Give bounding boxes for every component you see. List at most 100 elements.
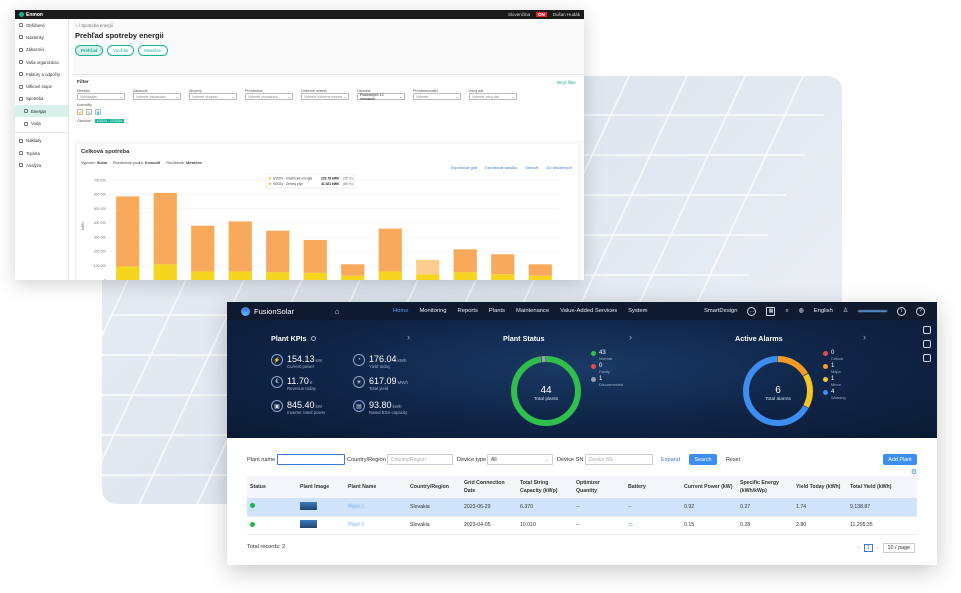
- language-globe-icon[interactable]: ◍: [799, 308, 804, 314]
- filter-select[interactable]: Vyberte odberné miesta ⌄: [301, 93, 349, 100]
- device-sn-input[interactable]: Device SN: [585, 454, 653, 465]
- user-icon[interactable]: ♙: [843, 308, 848, 314]
- sidebar-item[interactable]: Nákłady: [15, 135, 68, 147]
- prev-page-icon[interactable]: ‹: [858, 545, 860, 551]
- column-header[interactable]: Status: [247, 476, 297, 498]
- column-header[interactable]: Current Power (kW): [681, 476, 737, 498]
- sidebar-item[interactable]: Faktúry a odpočty: [15, 68, 68, 80]
- calendar-icon[interactable]: ▦: [766, 306, 776, 316]
- chart-option[interactable]: Rozdelenie podľa: Komodít: [113, 161, 160, 165]
- table-row[interactable]: Plant 2 Slovakia 2023-04-05 10.010 -- ▭ 0.15 0.…: [247, 516, 917, 535]
- sidebar-item[interactable]: Energia: [15, 105, 68, 118]
- chart-action[interactable]: Do oblúbených: [547, 166, 572, 170]
- legend-item[interactable]: 1 Disconnected: [591, 376, 623, 387]
- filter-select[interactable]: Vyhľadajte... ⌄: [77, 93, 125, 100]
- settings-icon[interactable]: ⚙: [911, 468, 917, 476]
- plant-name-input[interactable]: [277, 454, 345, 465]
- chart-action[interactable]: Obnoviť: [525, 166, 538, 170]
- plant-name-link[interactable]: Plant 2: [348, 522, 364, 528]
- tab-1[interactable]: Využitie: [107, 45, 135, 56]
- reset-button[interactable]: Reset: [720, 454, 746, 465]
- gas-icon[interactable]: ♨: [86, 109, 92, 115]
- nav-value-added-services[interactable]: Value-Added Services: [560, 308, 617, 314]
- status-chevron-icon[interactable]: ›: [629, 332, 632, 342]
- sidebar-item[interactable]: Vaša organizácia: [15, 56, 68, 68]
- sidebar-item[interactable]: Útlkové stupe: [15, 80, 68, 92]
- page-number[interactable]: 1: [863, 544, 873, 552]
- plant-name-link[interactable]: Plant 1: [348, 504, 364, 510]
- battery-icon[interactable]: ▭: [628, 522, 633, 528]
- sidebar-item[interactable]: Zákazníci: [15, 44, 68, 56]
- column-header[interactable]: Total String Capacity (kWp): [517, 476, 573, 498]
- filter-select[interactable]: Vyberte prevádzku ⌄: [245, 93, 293, 100]
- legend-item[interactable]: 1 Major: [823, 363, 846, 374]
- column-header[interactable]: Optimizer Quantity: [573, 476, 625, 498]
- sidebar-item[interactable]: Nástenky: [15, 31, 68, 43]
- sidebar-item[interactable]: Analýza: [15, 159, 68, 171]
- breadcrumb-item[interactable]: Spotreba energii: [81, 23, 113, 28]
- column-header[interactable]: Plant Image: [297, 476, 345, 498]
- enmon-logo[interactable]: Enmon: [19, 12, 43, 18]
- legend-item[interactable]: 4 Warning: [823, 389, 846, 400]
- sidebar-item[interactable]: Spotreba: [15, 93, 68, 105]
- search-icon[interactable]: ⌕: [785, 308, 788, 315]
- kpi-chevron-icon[interactable]: ›: [407, 332, 410, 342]
- sidebar-item[interactable]: Voda: [15, 117, 68, 129]
- alarms-chevron-icon[interactable]: ›: [863, 332, 866, 342]
- tab-2[interactable]: Mesačne: [138, 45, 168, 56]
- home-icon[interactable]: ⌂: [331, 306, 343, 316]
- legend-item[interactable]: 1 Minor: [823, 376, 846, 387]
- language-selector[interactable]: English: [814, 308, 833, 314]
- nav-plants[interactable]: Plants: [489, 308, 505, 314]
- language-selector[interactable]: Slovenčina: [508, 12, 530, 17]
- chart-action[interactable]: Exportovať tabuľku: [485, 166, 517, 170]
- filter-select[interactable]: Posledných 12 mesiacov ⌄: [357, 93, 405, 101]
- chart-option[interactable]: Rozlíšenie: Mesačne: [166, 161, 202, 165]
- plant-name-cell[interactable]: Plant 1: [345, 498, 407, 517]
- column-header[interactable]: Specific Energy (kWh/kWp): [737, 476, 793, 498]
- next-page-icon[interactable]: ›: [877, 545, 879, 551]
- filter-select[interactable]: Vyberte ⌄: [413, 93, 461, 100]
- nav-monitoring[interactable]: Monitoring: [419, 308, 446, 314]
- chart-view-icon[interactable]: [923, 354, 931, 362]
- search-button[interactable]: Search: [689, 454, 717, 465]
- sidebar-item[interactable]: Obľúbené: [15, 19, 68, 31]
- nav-system[interactable]: System: [628, 308, 647, 314]
- help-icon[interactable]: ?: [916, 306, 925, 316]
- table-row[interactable]: Plant 1 Slovakia 2023-06-29 6.370 -- -- 0.92 0.…: [247, 498, 917, 517]
- info-icon[interactable]: i: [897, 306, 906, 316]
- device-type-select[interactable]: All ⌄: [487, 454, 553, 465]
- list-view-icon[interactable]: [923, 326, 931, 334]
- nav-home[interactable]: Home: [393, 308, 408, 314]
- column-header[interactable]: Country/Region: [407, 476, 461, 498]
- electricity-icon[interactable]: ⚡: [77, 109, 83, 115]
- column-header[interactable]: Yield Today (kWh): [793, 476, 847, 498]
- battery-cell[interactable]: ▭: [625, 516, 681, 535]
- filter-select[interactable]: Vyberte zdroj dát ⌄: [469, 93, 517, 100]
- expand-link[interactable]: Expand: [661, 457, 689, 463]
- chart-option[interactable]: Vypočet: Suma: [81, 161, 107, 165]
- message-icon[interactable]: …: [747, 306, 757, 316]
- tab-0[interactable]: Prehľad: [75, 45, 104, 56]
- legend-item[interactable]: 0 Faulty: [591, 363, 623, 374]
- country-input[interactable]: Country/Region: [387, 454, 453, 465]
- chart-action[interactable]: Exportovať graf: [451, 166, 477, 170]
- kpi-help-icon[interactable]: [310, 336, 316, 341]
- column-header[interactable]: Grid Connection Date: [461, 476, 517, 498]
- add-plant-button[interactable]: Add Plant: [883, 454, 917, 465]
- nav-maintenance[interactable]: Maintenance: [516, 308, 549, 314]
- nav-reports[interactable]: Reports: [458, 308, 478, 314]
- column-header[interactable]: Battery: [625, 476, 681, 498]
- filter-select[interactable]: Vyberte skupinu ⌄: [189, 93, 237, 100]
- user-name[interactable]: ▬▬▬▬▬: [858, 308, 887, 314]
- fusion-logo[interactable]: FusionSolar: [227, 306, 333, 316]
- globe-view-icon[interactable]: [923, 340, 931, 348]
- page-size-select[interactable]: 10 / page: [882, 543, 915, 553]
- column-header[interactable]: Total Yield (kWh): [847, 476, 917, 498]
- user-name[interactable]: Dušan Hudák: [553, 12, 580, 17]
- column-header[interactable]: Plant Name: [345, 476, 407, 498]
- plant-name-cell[interactable]: Plant 2: [345, 516, 407, 535]
- obdobie-tag[interactable]: 1/2024 - 12/2024: [94, 119, 125, 123]
- smartdesign-link[interactable]: SmartDesign: [704, 308, 738, 314]
- sidebar-item[interactable]: Toplota: [15, 147, 68, 159]
